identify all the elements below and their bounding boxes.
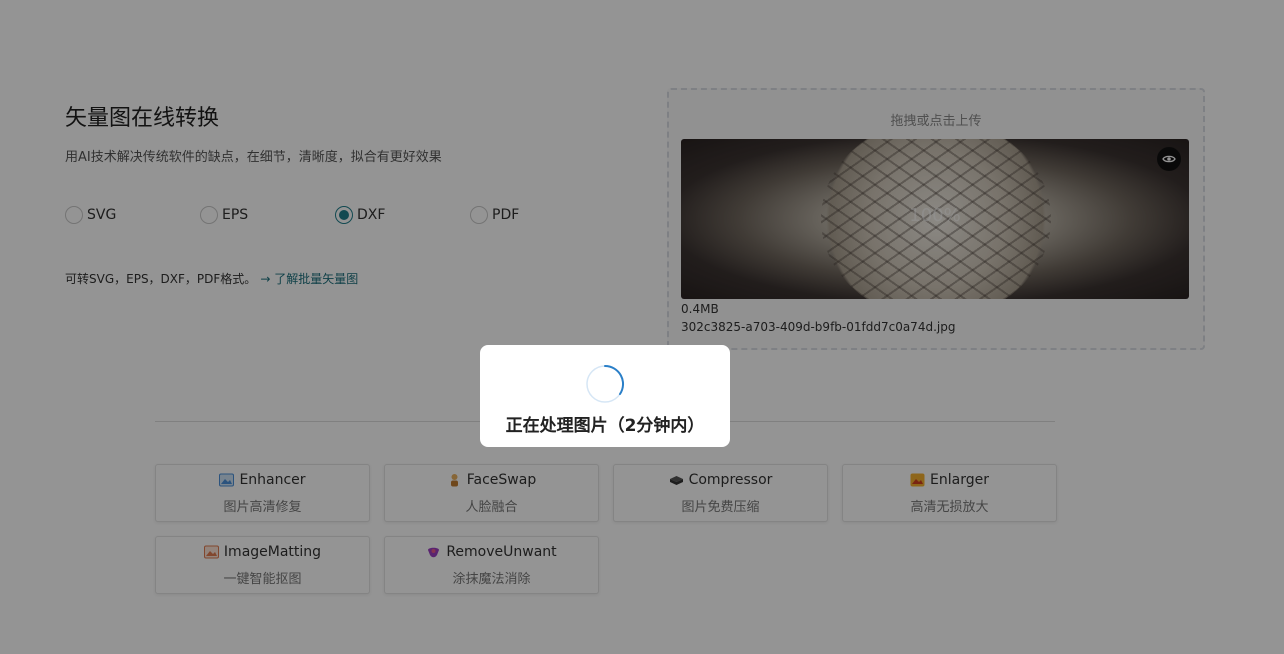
loading-spinner-icon — [586, 364, 625, 403]
processing-message: 正在处理图片（2分钟内） — [505, 416, 705, 436]
processing-dialog: 正在处理图片（2分钟内） — [480, 345, 730, 447]
loading-overlay — [0, 0, 1284, 654]
page: 矢量图在线转换 用AI技术解决传统软件的缺点，在细节，清晰度，拟合有更好效果 S… — [0, 0, 1284, 654]
